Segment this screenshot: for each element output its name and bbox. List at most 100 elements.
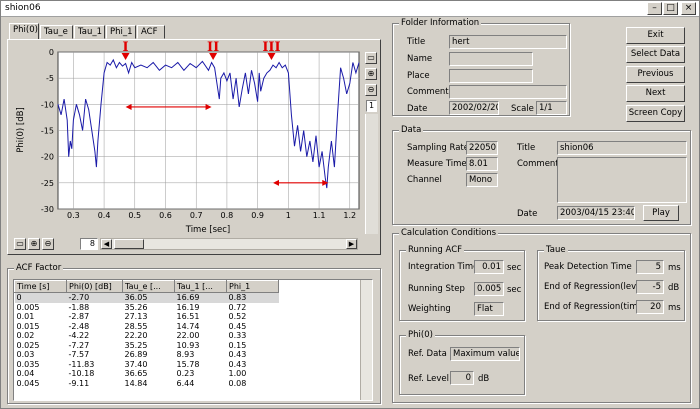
acf-table: Time [s] Phi(0) [dB] Tau_e [... Tau_1 [... P… — [14, 280, 279, 388]
zoom-out-x-icon[interactable]: ⊖ — [42, 238, 54, 250]
acf-table-row[interactable]: 0.005 -1.88 35.26 16.19 0.72 — [15, 303, 279, 313]
select-data-button[interactable]: Select Data — [626, 46, 685, 63]
calc-conditions-group: Calculation Conditions Running ACF Integ… — [392, 228, 691, 403]
acf-table-row[interactable]: 0.02 -4.22 22.20 22.00 0.33 — [15, 331, 279, 341]
acf-table-cell: -10.18 — [68, 369, 95, 378]
acf-table-cell: 0.83 — [226, 292, 279, 303]
x-tick-label: 0.5 — [128, 211, 141, 220]
zoom-out-y-icon[interactable]: ⊖ — [365, 84, 377, 96]
acf-table-cell: -9.11 — [68, 378, 90, 388]
y-axis-label: Phi(0) [dB] — [16, 107, 26, 152]
folder-comment-field — [449, 85, 567, 99]
play-button[interactable]: Play — [643, 205, 679, 221]
y-zoom-field[interactable]: 1 — [366, 100, 377, 112]
acf-table-cell: 36.65 — [124, 369, 148, 378]
chart-fit-icon-bottom[interactable]: ▭ — [14, 238, 26, 250]
x-tick-label: 0.9 — [251, 211, 264, 220]
previous-button[interactable]: Previous — [626, 66, 685, 83]
acf-table-cell: 35.26 — [124, 302, 148, 312]
integration-time-label: Integration Time — [408, 262, 479, 272]
exit-button[interactable]: Exit — [626, 27, 685, 44]
acf-table-cell: 0.025 — [16, 340, 40, 350]
running-step-field: 0.005 — [474, 282, 504, 296]
tab-phi-1[interactable]: Phi_1 — [106, 25, 136, 39]
folder-title-field: hert — [449, 35, 567, 49]
acf-table-header: Time [s] Phi(0) [dB] Tau_e [... Tau_1 [... P… — [14, 280, 279, 293]
maximize-button[interactable]: □ — [663, 2, 678, 15]
acf-column-header[interactable]: Time [s] — [14, 280, 67, 293]
acf-table-cell: 26.89 — [124, 350, 148, 359]
acf-table-row[interactable]: 0.03 -7.57 26.89 8.93 0.43 — [15, 350, 279, 360]
peak-detection-label: Peak Detection Time — [544, 262, 632, 272]
acf-table-cell: 0.23 — [176, 369, 195, 378]
acf-table-row[interactable]: 0.015 -2.48 28.55 14.74 0.45 — [15, 322, 279, 332]
acf-table-cell: -4.22 — [68, 331, 90, 340]
y-tick-label: 0 — [49, 48, 54, 57]
x-zoom-field[interactable]: 8 — [80, 238, 98, 250]
x-tick-label: 1.1 — [313, 211, 326, 220]
measure-time-field: 8.01 — [466, 157, 498, 171]
acf-table-row[interactable]: 0.01 -2.87 27.13 16.51 0.52 — [15, 312, 279, 322]
acf-table-cell: 14.74 — [176, 321, 200, 331]
y-tick-label: -25 — [41, 179, 54, 188]
tab-tau-e[interactable]: Tau_e — [40, 25, 73, 39]
x-tick-label: 0.8 — [221, 211, 234, 220]
next-button[interactable]: Next — [626, 85, 685, 102]
acf-table-cell: 10.93 — [176, 340, 200, 350]
close-button[interactable]: × — [681, 2, 696, 15]
x-tick-label: 1 — [286, 211, 291, 220]
acf-table-cell: 0.045 — [16, 378, 40, 388]
sampling-rate-label: Sampling Rate — [407, 143, 469, 153]
ref-level-label: Ref. Level — [408, 374, 449, 384]
y-tick-label: -10 — [41, 100, 54, 109]
acf-table-scrollbar[interactable] — [360, 280, 372, 400]
scroll-left-icon[interactable]: ◀ — [101, 239, 112, 249]
acf-table-row[interactable]: 0.045 -9.11 14.84 6.44 0.08 — [15, 379, 279, 389]
acf-table-cell: 16.19 — [176, 302, 200, 312]
acf-table-cell: 1.00 — [228, 369, 247, 378]
acf-table-cell: 6.44 — [176, 378, 195, 388]
tab-acf[interactable]: ACF — [137, 25, 165, 39]
minimize-button[interactable]: – — [647, 2, 662, 15]
acf-table-cell: 27.13 — [124, 312, 148, 321]
acf-column-header[interactable]: Tau_1 [... — [174, 280, 227, 293]
acf-table-box[interactable]: Time [s] Phi(0) [dB] Tau_e [... Tau_1 [... P… — [13, 279, 373, 401]
calc-conditions-title: Calculation Conditions — [399, 228, 499, 238]
chart-fit-icon[interactable]: ▭ — [365, 52, 377, 64]
regression-time-label: End of Regression(time) — [544, 302, 647, 312]
acf-table-row[interactable]: 0.025 -7.27 35.25 10.93 0.15 — [15, 341, 279, 351]
marker-label: II — [207, 41, 219, 55]
screen-copy-button[interactable]: Screen Copy — [626, 105, 685, 122]
data-date-field: 2003/04/15 23:40:18 — [557, 206, 635, 220]
acf-table-cell: -7.27 — [68, 340, 90, 350]
acf-table-row[interactable]: 0 -2.70 36.05 16.69 0.83 — [14, 292, 279, 303]
vertical-scrollbar[interactable] — [365, 114, 378, 234]
zoom-in-y-icon[interactable]: ⊕ — [365, 68, 377, 80]
running-acf-group: Running ACF Integration Time 0.01 sec Ru… — [399, 245, 525, 321]
horizontal-scrollbar[interactable]: ◀ ▶ — [100, 238, 358, 250]
acf-table-cell: -2.48 — [68, 321, 90, 331]
acf-column-header[interactable]: Tau_e [... — [122, 280, 175, 293]
tab-tau-1[interactable]: Tau_1 — [74, 25, 105, 39]
integration-time-field: 0.01 — [474, 260, 504, 274]
y-tick-label: -30 — [41, 205, 54, 214]
regression-level-unit: dB — [668, 283, 680, 293]
zoom-in-x-icon[interactable]: ⊕ — [28, 238, 40, 250]
weighting-label: Weighting — [408, 304, 451, 314]
folder-scale-label: Scale — [511, 104, 534, 114]
chart-panel: 0.3 0.4 0.5 0.6 0.7 0.8 0.9 1 1.1 1.2 0 -5 -10 -15 -20… — [7, 39, 381, 255]
scroll-right-icon[interactable]: ▶ — [346, 239, 357, 249]
acf-table-cell: 0.43 — [228, 359, 247, 369]
acf-table-cell: 0.03 — [16, 350, 35, 359]
acf-table-cell: 22.20 — [124, 331, 148, 340]
acf-column-header[interactable]: Phi_1 — [226, 280, 279, 293]
acf-table-row[interactable]: 0.04 -10.18 36.65 0.23 1.00 — [15, 369, 279, 379]
folder-scale-field: 1/1 — [536, 101, 567, 115]
acf-table-row[interactable]: 0.035 -11.83 37.40 15.78 0.43 — [15, 360, 279, 370]
acf-factor-title: ACF Factor — [14, 263, 64, 273]
scroll-thumb[interactable] — [114, 239, 144, 249]
x-tick-label: 0.3 — [67, 211, 80, 220]
x-axis-label: Time [sec] — [185, 225, 230, 235]
tab-phi0[interactable]: Phi(0) — [9, 23, 39, 39]
acf-column-header[interactable]: Phi(0) [dB] — [66, 280, 123, 293]
